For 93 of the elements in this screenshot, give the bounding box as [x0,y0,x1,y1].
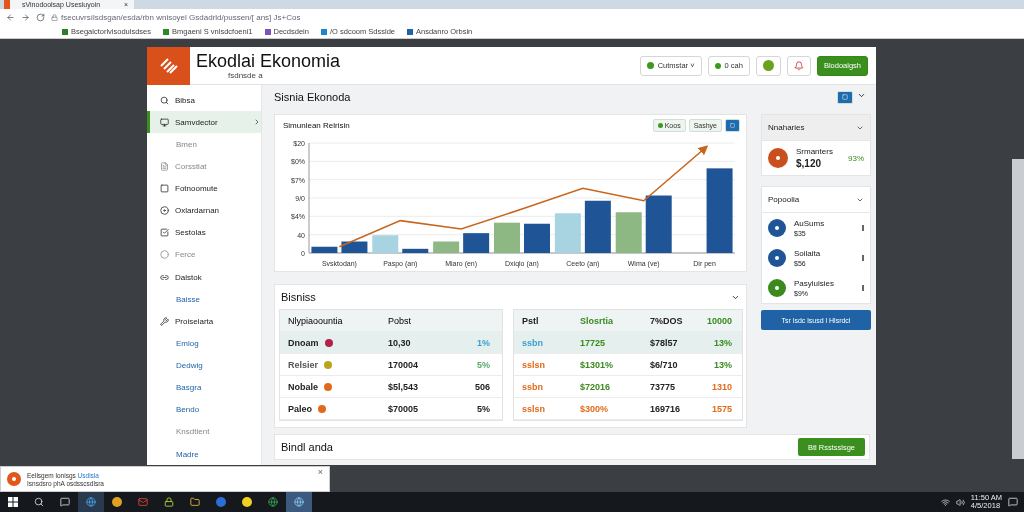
forward-icon[interactable] [21,12,30,22]
scrollbar[interactable] [1012,159,1024,459]
lock-icon [51,13,58,21]
table-cell: 1% [477,337,490,348]
item-name: Soilaita [794,249,821,258]
chart-title: Simunlean Relrisin [283,121,350,131]
section-title: Sisnia Ekonoda [274,91,351,103]
table-cell: 1310 [711,381,732,392]
sidebar-item[interactable]: Fotnoomute [147,177,261,200]
table-cell: $300% [580,403,609,414]
wifi-icon[interactable] [940,497,950,507]
sidebar-item[interactable]: Proiselarta [147,310,261,333]
column-header: 10000 [706,315,732,326]
search-icon [160,95,169,105]
table-cell: 5% [477,403,490,414]
column-header: Pstl [522,315,539,326]
card-title: Nnaharies [768,123,805,132]
sidebar-item[interactable]: Bendo [147,398,261,421]
table-cell: $1301% [580,359,614,370]
table-cell: 506 [474,381,490,392]
sidebar-item[interactable]: Knsdtient [147,420,261,443]
item-name: AuSums [794,219,825,228]
checkbox-icon [160,228,169,238]
monitor-icon [160,117,169,127]
notification-icon [7,472,21,486]
change-value: 93% [848,153,864,163]
table-cell: Nobale [288,381,318,392]
wrench-icon [160,316,169,326]
sidebar-item[interactable]: Corsstiat [147,155,261,178]
table-cell: 13% [714,337,732,348]
table-cell: Relsier [288,359,319,370]
notifications-icon[interactable] [1008,497,1018,507]
square-icon [160,184,169,194]
volume-icon[interactable] [955,497,965,507]
sidebar-item[interactable]: Sestolas [147,221,261,244]
app-title: Ekodlai Ekonomia [196,51,341,71]
table-cell: sslsn [522,403,545,414]
sidebar-item[interactable]: Dalstok [147,266,261,289]
circle-button[interactable] [755,55,781,76]
table-cell: Paleo [288,403,312,414]
link-icon [160,272,169,282]
reload-icon[interactable] [36,12,45,22]
sidebar-item[interactable]: Emlog [147,332,261,355]
back-icon[interactable] [6,12,15,22]
disc-icon [160,206,169,216]
sidebar-item[interactable]: Samvdector [147,111,261,134]
table-cell: $6/710 [650,359,678,370]
table-cell: 13% [714,359,732,370]
sidebar-item[interactable]: Baisse [147,288,261,311]
circle-icon [160,250,169,260]
globe-icon[interactable] [286,492,312,512]
sidebar-item[interactable]: Bibsa [147,89,261,112]
table-cell: ssbn [522,337,543,348]
table-cell: 169716 [650,403,681,414]
sidebar-item[interactable]: Ferce [147,243,261,266]
table-cell: $78l57 [650,337,678,348]
section-title: Bisniss [281,291,316,303]
table-cell: $5l,543 [388,381,419,392]
grid-view-button[interactable] [837,90,853,104]
table-cell: Dnoam [288,337,319,348]
table-cell: 10,30 [388,337,411,348]
table-row[interactable]: Dnoam 10,30 1% [280,332,502,354]
sidebar-item[interactable]: Madre [147,443,261,466]
address-bar[interactable]: fsecuvrsílsdsgan/esda/rbn wnisoyel Gsdadrld/pussen/[ ans] Js+Cos [51,12,301,22]
close-button[interactable]: × [317,467,323,477]
item-value: $,120 [796,158,822,169]
column-header: Pobst [388,315,412,326]
sidebar-item[interactable]: Dedwig [147,354,261,377]
column-header: Slosrtia [580,315,613,326]
column-header: Nlypiaoountia [288,315,344,326]
table-cell: 170004 [388,359,419,370]
column-header: 7%DOS [650,315,683,326]
table-cell: 73775 [650,381,676,392]
section-title: Bindl anda [281,441,333,453]
card-title: Popoolia [768,195,800,204]
table-cell: sslsn [522,359,545,370]
table-cell: 5% [477,359,490,370]
table-cell: 1575 [711,403,732,414]
table-cell: $72016 [580,381,611,392]
app-subtitle: fsdnsde a [227,71,263,80]
table-cell: ssbn [522,381,543,392]
sidebar-item[interactable]: Bmen [147,133,261,156]
table-row[interactable]: ssbn 17725 $78l57 13% [514,332,742,354]
table-cell: 17725 [580,337,606,348]
sidebar-item[interactable]: Basgra [147,376,261,399]
chevron-icon [253,118,261,127]
bell-icon [793,60,804,71]
document-icon [160,161,169,171]
table-cell: $70005 [388,403,419,414]
sidebar-item[interactable]: Oxlardarnan [147,199,261,222]
item-name: Pasylulsies [794,279,834,288]
chart-menu-button[interactable] [725,119,740,133]
item-name: Srmanters [796,147,833,156]
